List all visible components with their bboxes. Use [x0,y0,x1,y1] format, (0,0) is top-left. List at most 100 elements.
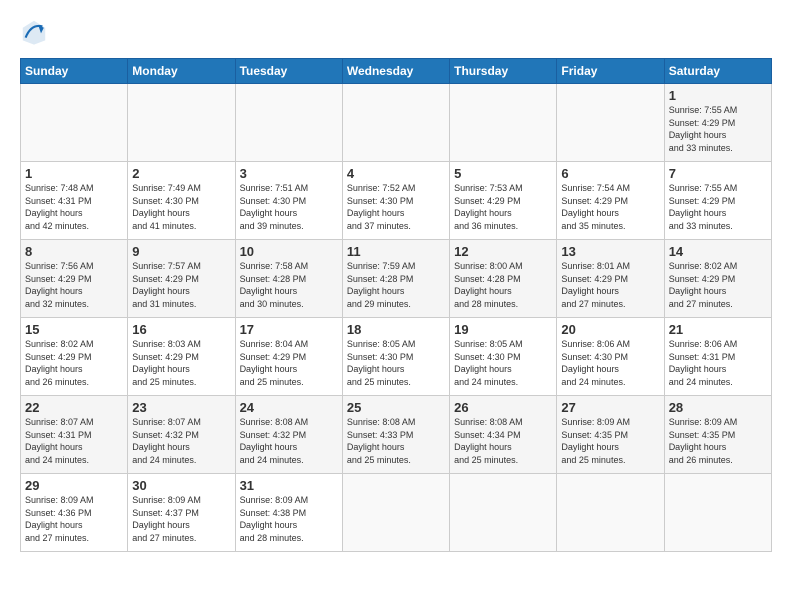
logo [20,18,52,46]
day-info: Sunrise: 8:09 AMSunset: 4:38 PMDaylight … [240,495,309,543]
day-number: 7 [669,166,767,181]
day-info: Sunrise: 7:49 AMSunset: 4:30 PMDaylight … [132,183,201,231]
calendar-cell: 21 Sunrise: 8:06 AMSunset: 4:31 PMDaylig… [664,318,771,396]
calendar-cell: 22 Sunrise: 8:07 AMSunset: 4:31 PMDaylig… [21,396,128,474]
day-info: Sunrise: 8:05 AMSunset: 4:30 PMDaylight … [454,339,523,387]
calendar-cell: 18 Sunrise: 8:05 AMSunset: 4:30 PMDaylig… [342,318,449,396]
day-number: 25 [347,400,445,415]
day-number: 13 [561,244,659,259]
day-info: Sunrise: 7:55 AMSunset: 4:29 PMDaylight … [669,105,738,153]
day-info: Sunrise: 8:06 AMSunset: 4:31 PMDaylight … [669,339,738,387]
calendar-cell: 8 Sunrise: 7:56 AMSunset: 4:29 PMDayligh… [21,240,128,318]
day-number: 14 [669,244,767,259]
day-number: 11 [347,244,445,259]
day-info: Sunrise: 8:08 AMSunset: 4:34 PMDaylight … [454,417,523,465]
day-number: 12 [454,244,552,259]
calendar-week-1: 1 Sunrise: 7:48 AMSunset: 4:31 PMDayligh… [21,162,772,240]
day-info: Sunrise: 7:54 AMSunset: 4:29 PMDaylight … [561,183,630,231]
day-number: 1 [669,88,767,103]
calendar-week-5: 29 Sunrise: 8:09 AMSunset: 4:36 PMDaylig… [21,474,772,552]
calendar-cell [128,84,235,162]
calendar-cell: 14 Sunrise: 8:02 AMSunset: 4:29 PMDaylig… [664,240,771,318]
calendar-cell: 2 Sunrise: 7:49 AMSunset: 4:30 PMDayligh… [128,162,235,240]
day-info: Sunrise: 7:58 AMSunset: 4:28 PMDaylight … [240,261,309,309]
day-number: 17 [240,322,338,337]
day-number: 4 [347,166,445,181]
calendar-cell: 13 Sunrise: 8:01 AMSunset: 4:29 PMDaylig… [557,240,664,318]
calendar-cell [664,474,771,552]
page: SundayMondayTuesdayWednesdayThursdayFrid… [0,0,792,612]
calendar-cell: 30 Sunrise: 8:09 AMSunset: 4:37 PMDaylig… [128,474,235,552]
day-number: 8 [25,244,123,259]
calendar-cell: 15 Sunrise: 8:02 AMSunset: 4:29 PMDaylig… [21,318,128,396]
calendar-cell: 23 Sunrise: 8:07 AMSunset: 4:32 PMDaylig… [128,396,235,474]
day-number: 27 [561,400,659,415]
calendar-cell: 12 Sunrise: 8:00 AMSunset: 4:28 PMDaylig… [450,240,557,318]
calendar-cell: 26 Sunrise: 8:08 AMSunset: 4:34 PMDaylig… [450,396,557,474]
calendar-cell [342,474,449,552]
day-number: 29 [25,478,123,493]
day-number: 23 [132,400,230,415]
day-number: 19 [454,322,552,337]
calendar-cell: 20 Sunrise: 8:06 AMSunset: 4:30 PMDaylig… [557,318,664,396]
day-number: 18 [347,322,445,337]
day-info: Sunrise: 7:51 AMSunset: 4:30 PMDaylight … [240,183,309,231]
calendar-cell: 24 Sunrise: 8:08 AMSunset: 4:32 PMDaylig… [235,396,342,474]
calendar-cell: 19 Sunrise: 8:05 AMSunset: 4:30 PMDaylig… [450,318,557,396]
day-number: 9 [132,244,230,259]
day-number: 15 [25,322,123,337]
day-info: Sunrise: 8:06 AMSunset: 4:30 PMDaylight … [561,339,630,387]
day-number: 16 [132,322,230,337]
day-number: 31 [240,478,338,493]
day-info: Sunrise: 7:59 AMSunset: 4:28 PMDaylight … [347,261,416,309]
day-number: 28 [669,400,767,415]
day-info: Sunrise: 8:07 AMSunset: 4:31 PMDaylight … [25,417,94,465]
calendar-cell: 5 Sunrise: 7:53 AMSunset: 4:29 PMDayligh… [450,162,557,240]
day-number: 2 [132,166,230,181]
calendar-cell: 29 Sunrise: 8:09 AMSunset: 4:36 PMDaylig… [21,474,128,552]
calendar-cell: 28 Sunrise: 8:09 AMSunset: 4:35 PMDaylig… [664,396,771,474]
day-number: 1 [25,166,123,181]
day-info: Sunrise: 7:55 AMSunset: 4:29 PMDaylight … [669,183,738,231]
calendar-cell [557,84,664,162]
calendar-cell: 1 Sunrise: 7:48 AMSunset: 4:31 PMDayligh… [21,162,128,240]
day-info: Sunrise: 8:02 AMSunset: 4:29 PMDaylight … [25,339,94,387]
day-number: 24 [240,400,338,415]
calendar-cell [21,84,128,162]
day-number: 10 [240,244,338,259]
calendar-week-4: 22 Sunrise: 8:07 AMSunset: 4:31 PMDaylig… [21,396,772,474]
calendar-cell [342,84,449,162]
calendar-cell: 7 Sunrise: 7:55 AMSunset: 4:29 PMDayligh… [664,162,771,240]
days-header-row: SundayMondayTuesdayWednesdayThursdayFrid… [21,59,772,84]
day-number: 22 [25,400,123,415]
calendar-cell [450,84,557,162]
calendar-cell: 17 Sunrise: 8:04 AMSunset: 4:29 PMDaylig… [235,318,342,396]
day-number: 30 [132,478,230,493]
day-number: 3 [240,166,338,181]
calendar-cell: 9 Sunrise: 7:57 AMSunset: 4:29 PMDayligh… [128,240,235,318]
calendar-cell [235,84,342,162]
day-number: 26 [454,400,552,415]
calendar-cell: 4 Sunrise: 7:52 AMSunset: 4:30 PMDayligh… [342,162,449,240]
day-info: Sunrise: 8:09 AMSunset: 4:37 PMDaylight … [132,495,201,543]
calendar-week-0: 1 Sunrise: 7:55 AMSunset: 4:29 PMDayligh… [21,84,772,162]
day-number: 21 [669,322,767,337]
day-info: Sunrise: 8:09 AMSunset: 4:36 PMDaylight … [25,495,94,543]
calendar: SundayMondayTuesdayWednesdayThursdayFrid… [20,58,772,552]
day-info: Sunrise: 8:03 AMSunset: 4:29 PMDaylight … [132,339,201,387]
calendar-cell: 27 Sunrise: 8:09 AMSunset: 4:35 PMDaylig… [557,396,664,474]
day-header-tuesday: Tuesday [235,59,342,84]
day-header-wednesday: Wednesday [342,59,449,84]
calendar-cell: 31 Sunrise: 8:09 AMSunset: 4:38 PMDaylig… [235,474,342,552]
calendar-cell: 6 Sunrise: 7:54 AMSunset: 4:29 PMDayligh… [557,162,664,240]
day-header-thursday: Thursday [450,59,557,84]
day-info: Sunrise: 8:09 AMSunset: 4:35 PMDaylight … [669,417,738,465]
day-info: Sunrise: 7:57 AMSunset: 4:29 PMDaylight … [132,261,201,309]
calendar-cell [450,474,557,552]
day-header-monday: Monday [128,59,235,84]
day-info: Sunrise: 8:08 AMSunset: 4:33 PMDaylight … [347,417,416,465]
header [20,18,772,46]
day-header-sunday: Sunday [21,59,128,84]
day-header-saturday: Saturday [664,59,771,84]
calendar-cell: 25 Sunrise: 8:08 AMSunset: 4:33 PMDaylig… [342,396,449,474]
